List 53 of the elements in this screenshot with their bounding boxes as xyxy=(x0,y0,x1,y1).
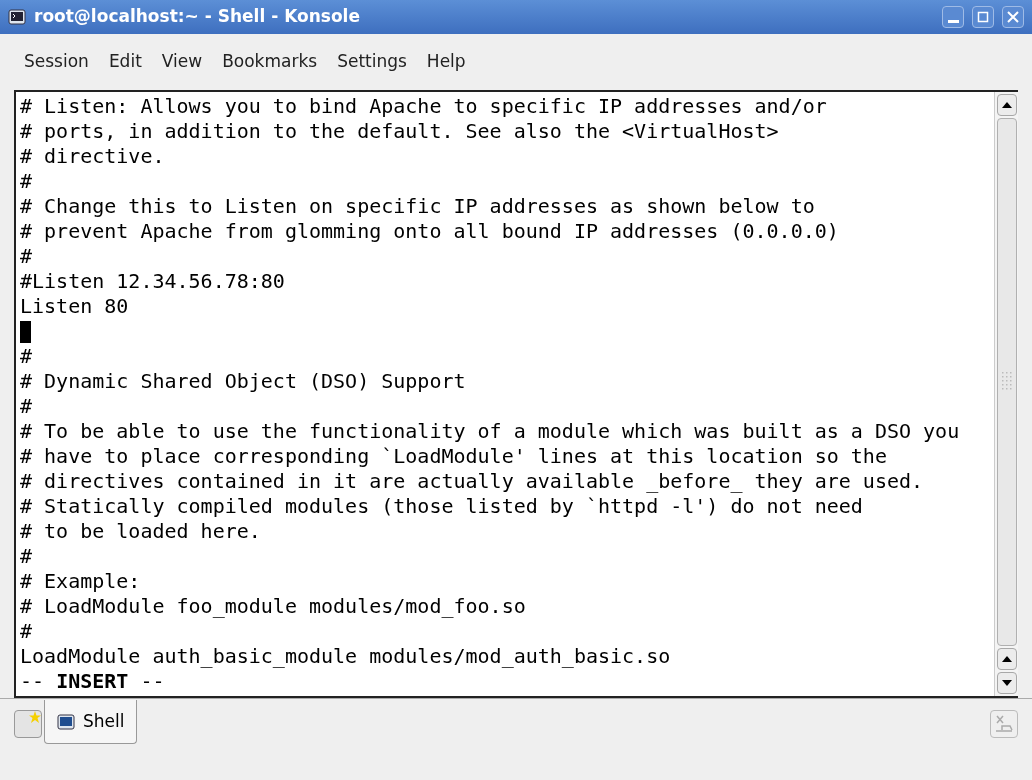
minimize-button[interactable] xyxy=(942,6,964,28)
terminal-close-icon xyxy=(994,714,1014,734)
maximize-icon xyxy=(977,11,989,23)
terminal-line: # Example: xyxy=(20,569,142,594)
terminal-line: #Listen 12.34.56.78:80 xyxy=(20,269,286,294)
terminal-line: # xyxy=(20,344,34,369)
menu-item[interactable]: Edit xyxy=(100,45,150,79)
terminal-icon xyxy=(8,9,26,25)
window-title: root@localhost:~ - Shell - Konsole xyxy=(34,5,361,29)
scrollbar-thumb[interactable] xyxy=(996,118,1017,646)
terminal-line: # To be able to use the functionality of a module which was built as a DSO you xyxy=(20,419,961,444)
terminal-icon xyxy=(57,713,75,730)
close-icon xyxy=(1007,11,1019,23)
new-session-button[interactable] xyxy=(14,710,42,738)
terminal-line: # ports, in addition to the default. See also the <VirtualHost> xyxy=(20,119,780,144)
terminal-line: Listen 80 xyxy=(20,294,130,319)
menu-item[interactable]: Help xyxy=(418,45,474,79)
up-triangle-icon xyxy=(1001,656,1012,662)
terminal-line: # xyxy=(20,544,34,569)
menu-item[interactable]: Bookmarks xyxy=(214,45,326,79)
terminal-line: # prevent Apache from glomming onto all bound IP addresses (0.0.0.0) xyxy=(20,219,840,244)
menu-item[interactable]: View xyxy=(153,45,211,79)
maximize-button[interactable] xyxy=(972,6,994,28)
down-triangle-icon xyxy=(1001,680,1012,686)
terminal-line: # Change this to Listen on specific IP addresses as shown below to xyxy=(20,194,816,219)
terminal-line: # have to place corresponding `LoadModule' lines at this location so the xyxy=(20,444,888,469)
up-triangle-icon xyxy=(1001,102,1012,108)
terminal-line: LoadModule auth_basic_module modules/mod_auth_basic.so xyxy=(20,644,672,669)
session-tab[interactable]: Shell xyxy=(44,700,138,744)
terminal-line: # Dynamic Shared Object (DSO) Support xyxy=(20,369,467,394)
menu-item[interactable]: Session xyxy=(16,45,97,79)
close-button[interactable] xyxy=(1002,6,1024,28)
scroll-up-button[interactable] xyxy=(996,94,1017,116)
terminal-line: # LoadModule foo_module modules/mod_foo.so xyxy=(20,594,527,619)
menu-item[interactable]: Settings xyxy=(329,45,415,79)
terminal-line: # xyxy=(20,394,34,419)
close-session-button[interactable] xyxy=(990,710,1018,738)
terminal-line: # to be loaded here. xyxy=(20,519,262,544)
terminal-line: # Statically compiled modules (those listed by `httpd -l') do not need xyxy=(20,494,864,519)
text-cursor xyxy=(20,320,31,343)
star-icon xyxy=(29,711,41,723)
terminal-line: # Listen: Allows you to bind Apache to specific IP addresses and/or xyxy=(20,94,828,119)
grip-icon xyxy=(1001,372,1012,392)
terminal-line: -- INSERT -- xyxy=(20,669,166,694)
minimize-icon xyxy=(947,19,959,23)
scrollbar[interactable] xyxy=(994,92,1018,696)
terminal-line: # directives contained in it are actually available _before_ they are used. xyxy=(20,469,925,494)
terminal-line: # xyxy=(20,244,34,269)
scroll-down-button[interactable] xyxy=(996,672,1017,694)
terminal-line: # directive. xyxy=(20,144,166,169)
terminal-line: # xyxy=(20,619,34,644)
scroll-up-button[interactable] xyxy=(996,648,1017,670)
terminal-line: # xyxy=(20,169,34,194)
